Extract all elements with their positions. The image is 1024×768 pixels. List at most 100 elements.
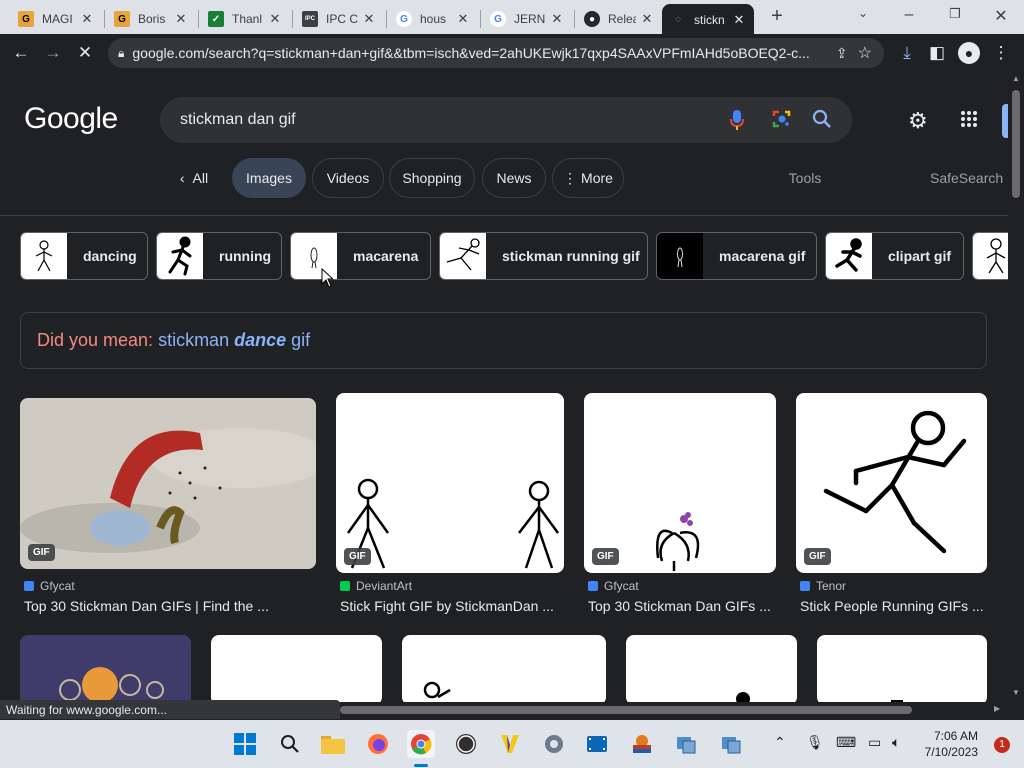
browser-tab-6[interactable]: ● Relea ✕: [576, 4, 662, 34]
apps-grid-icon[interactable]: [960, 110, 978, 134]
tab-shopping[interactable]: Shopping: [389, 158, 475, 198]
image-result-8[interactable]: [817, 635, 987, 702]
network-app-icon[interactable]: [672, 730, 700, 758]
browser-tab-7-active[interactable]: ◌ stickn ✕: [662, 4, 754, 35]
system-clock[interactable]: 7:06 AM 7/10/2023: [925, 728, 978, 760]
lens-camera-icon[interactable]: [772, 109, 792, 134]
taskbar-search-icon[interactable]: [276, 730, 304, 758]
tray-chevron-up-icon[interactable]: ⌃: [774, 734, 786, 751]
tools-button[interactable]: Tools: [768, 158, 842, 198]
display-tray-icon[interactable]: ▭: [868, 734, 881, 751]
stop-loading-icon[interactable]: ✕: [74, 42, 96, 64]
refinement-chip-macarena[interactable]: macarena: [290, 232, 431, 280]
scrollbar-thumb[interactable]: [1012, 90, 1020, 198]
result-thumbnail[interactable]: GIF: [796, 393, 987, 573]
result-title[interactable]: Stick Fight GIF by StickmanDan ...: [340, 598, 564, 614]
browser-tab-5[interactable]: G JERN ✕: [482, 4, 572, 34]
close-tab-icon[interactable]: ✕: [640, 11, 654, 27]
result-title[interactable]: Top 30 Stickman Dan GIFs | Find the ...: [24, 598, 316, 614]
search-query[interactable]: stickman dan gif: [180, 111, 296, 129]
image-result-4[interactable]: [20, 635, 191, 702]
image-result-5[interactable]: [211, 635, 382, 702]
menu-kebab-icon[interactable]: ⋮: [990, 42, 1012, 64]
side-panel-icon[interactable]: ◧: [926, 42, 948, 64]
lock-icon[interactable]: 🔒︎: [118, 46, 124, 61]
scroll-up-icon[interactable]: ▲: [1012, 74, 1020, 83]
address-url[interactable]: google.com/search?q=stickman+dan+gif&&tb…: [132, 45, 826, 61]
close-tab-icon[interactable]: ✕: [268, 11, 282, 27]
vertical-scrollbar[interactable]: ▲ ▼: [1008, 72, 1024, 704]
browser-tab-0[interactable]: G MAGI ✕: [10, 4, 102, 34]
result-source[interactable]: Tenor: [800, 579, 846, 593]
image-result-6[interactable]: [402, 635, 606, 702]
browser-tab-4[interactable]: Ghous ✕: [388, 4, 478, 34]
refinement-chip-macarena-gif[interactable]: macarena gif: [656, 232, 817, 280]
close-tab-icon[interactable]: ✕: [362, 11, 376, 27]
result-source[interactable]: Gfycat: [588, 579, 639, 593]
close-tab-icon[interactable]: ✕: [80, 11, 94, 27]
download-icon[interactable]: ⤓: [896, 42, 918, 64]
search-input[interactable]: stickman dan gif: [160, 97, 852, 143]
refinement-chip-running[interactable]: running: [156, 232, 282, 280]
volume-tray-icon[interactable]: 🔈︎: [892, 734, 900, 751]
minimize-icon[interactable]: –: [894, 6, 924, 24]
bookmark-star-icon[interactable]: ☆: [858, 43, 872, 63]
result-title[interactable]: Top 30 Stickman Dan GIFs ...: [588, 598, 776, 614]
browser-tab-3[interactable]: IPC IPC C ✕: [294, 4, 384, 34]
notification-badge[interactable]: 1: [994, 737, 1010, 753]
google-logo[interactable]: Google: [24, 102, 118, 136]
close-tab-icon[interactable]: ✕: [550, 11, 564, 27]
obs-icon[interactable]: [452, 730, 480, 758]
result-thumbnail[interactable]: GIF: [584, 393, 776, 573]
result-title[interactable]: Stick People Running GIFs ...: [800, 598, 987, 614]
forward-icon[interactable]: →: [42, 42, 64, 64]
result-source[interactable]: Gfycat: [24, 579, 75, 593]
windows-taskbar: ⌃ 🎙︎ ⌨︎ ▭ 🔈︎ 7:06 AM 7/10/2023 1: [0, 720, 1024, 768]
tab-more[interactable]: ⋮ More: [552, 158, 624, 198]
browser-tab-2[interactable]: ✓ Thanl ✕: [200, 4, 290, 34]
refinement-chip-stickman-running-gif[interactable]: stickman running gif: [439, 232, 648, 280]
maximize-icon[interactable]: ❐: [940, 6, 970, 22]
share-icon[interactable]: ⇪: [836, 45, 848, 62]
image-result-7[interactable]: [626, 635, 797, 702]
new-tab-icon[interactable]: +: [762, 5, 792, 28]
horizontal-scrollbar-thumb[interactable]: [340, 706, 912, 714]
refinement-chip-dancing[interactable]: dancing: [20, 232, 148, 280]
result-source[interactable]: DeviantArt: [340, 579, 412, 593]
chrome-icon[interactable]: [407, 730, 435, 758]
close-window-icon[interactable]: ✕: [986, 6, 1016, 26]
tab-news[interactable]: News: [482, 158, 546, 198]
profile-avatar-icon[interactable]: ●: [958, 42, 980, 64]
keyboard-tray-icon[interactable]: ⌨︎: [836, 734, 856, 751]
refinement-chip-partial[interactable]: [972, 232, 1008, 280]
microphone-icon[interactable]: [730, 109, 744, 136]
windows-start-icon[interactable]: [231, 730, 259, 758]
video-editor-icon[interactable]: [583, 730, 611, 758]
scroll-down-icon[interactable]: ▼: [1012, 688, 1020, 697]
tab-all[interactable]: ‹ All: [170, 158, 218, 198]
back-icon[interactable]: ←: [10, 42, 32, 64]
search-icon[interactable]: [812, 109, 832, 134]
scroll-right-icon[interactable]: ▶: [994, 704, 1000, 713]
vs-code-icon[interactable]: [496, 730, 524, 758]
close-tab-icon[interactable]: ✕: [732, 12, 746, 28]
refinement-chip-clipart-gif[interactable]: clipart gif: [825, 232, 964, 280]
settings-gear-icon[interactable]: ⚙︎: [908, 108, 928, 134]
file-explorer-icon[interactable]: [319, 730, 347, 758]
settings-icon[interactable]: [540, 730, 568, 758]
tab-search-icon[interactable]: ⌄: [848, 6, 878, 20]
safesearch-button[interactable]: SafeSearch: [930, 158, 1008, 198]
tab-videos[interactable]: Videos: [312, 158, 384, 198]
close-tab-icon[interactable]: ✕: [456, 11, 470, 27]
result-thumbnail[interactable]: GIF: [20, 398, 316, 569]
microphone-tray-icon[interactable]: 🎙︎: [806, 734, 824, 751]
app-icon[interactable]: [628, 730, 656, 758]
firefox-icon[interactable]: [364, 730, 392, 758]
tab-images[interactable]: Images: [232, 158, 306, 198]
network-app-2-icon[interactable]: [717, 730, 745, 758]
did-you-mean-suggestion[interactable]: stickman dance gif: [158, 330, 310, 351]
result-thumbnail[interactable]: GIF: [336, 393, 564, 573]
address-bar[interactable]: 🔒︎ google.com/search?q=stickman+dan+gif&…: [108, 38, 884, 68]
browser-tab-1[interactable]: G Boris ✕: [106, 4, 196, 34]
close-tab-icon[interactable]: ✕: [174, 11, 188, 27]
